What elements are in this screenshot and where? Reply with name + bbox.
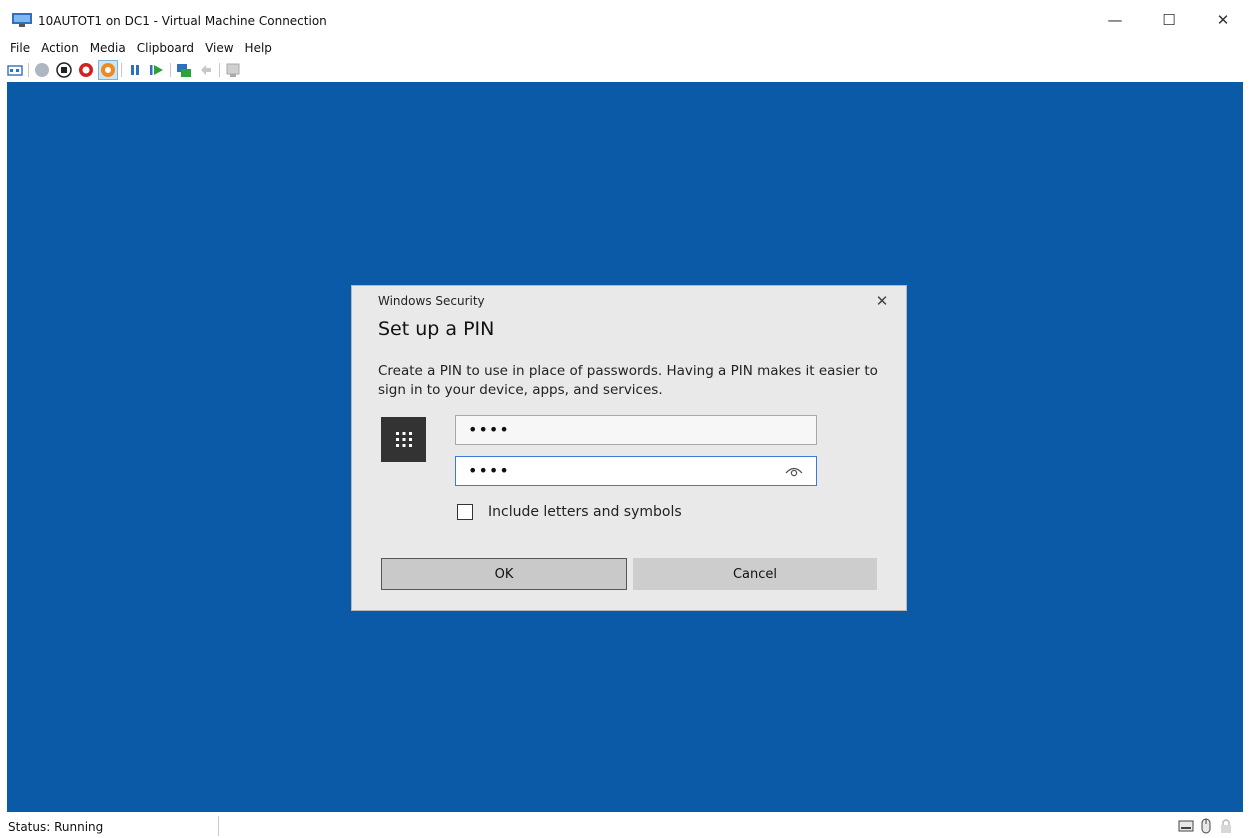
mouse-icon — [1201, 818, 1211, 834]
toolbar-separator — [219, 63, 220, 77]
maximize-button[interactable]: ☐ — [1149, 6, 1189, 34]
ctrl-alt-del-button[interactable] — [6, 61, 24, 79]
window-title: 10AUTOT1 on DC1 - Virtual Machine Connec… — [38, 14, 327, 28]
ok-button[interactable]: OK — [381, 558, 627, 590]
keypad-dots-icon — [395, 431, 412, 447]
include-letters-label[interactable]: Include letters and symbols — [488, 504, 682, 520]
menu-clipboard[interactable]: Clipboard — [137, 38, 194, 58]
turn-off-icon — [56, 62, 72, 78]
revert-icon — [201, 65, 211, 75]
toolbar-separator — [28, 63, 29, 77]
keyboard-icon — [1178, 820, 1194, 832]
dialog-close-button[interactable]: ✕ — [872, 291, 892, 311]
revert-button[interactable] — [197, 61, 215, 79]
confirm-pin-input[interactable]: •••• — [455, 456, 817, 486]
cancel-button[interactable]: Cancel — [633, 558, 877, 590]
menu-file[interactable]: File — [10, 38, 30, 58]
keypad-icon — [381, 417, 426, 462]
menu-help[interactable]: Help — [245, 38, 272, 58]
checkpoint-icon — [177, 64, 191, 77]
menu-action[interactable]: Action — [41, 38, 79, 58]
vm-connection-icon — [12, 13, 32, 27]
toolbar-separator — [170, 63, 171, 77]
close-window-button[interactable]: ✕ — [1203, 6, 1243, 34]
title-bar: 10AUTOT1 on DC1 - Virtual Machine Connec… — [0, 0, 1250, 40]
checkpoint-button[interactable] — [175, 61, 193, 79]
save-button[interactable] — [98, 60, 118, 80]
pause-button[interactable] — [126, 61, 144, 79]
include-letters-checkbox[interactable] — [457, 504, 473, 520]
minimize-button[interactable]: — — [1095, 6, 1135, 34]
reveal-pin-icon[interactable] — [784, 463, 804, 479]
shut-down-button[interactable] — [77, 61, 95, 79]
dialog-description: Create a PIN to use in place of password… — [378, 363, 878, 398]
status-bar: Status: Running — [0, 812, 1250, 838]
start-button[interactable] — [33, 61, 51, 79]
enhanced-session-icon — [226, 63, 240, 77]
menu-view[interactable]: View — [205, 38, 233, 58]
dialog-title: Set up a PIN — [378, 318, 495, 340]
reset-button[interactable] — [148, 61, 166, 79]
ctrl-alt-del-icon — [7, 65, 23, 76]
start-icon — [35, 63, 49, 77]
dialog-header: Windows Security — [378, 294, 485, 308]
toolbar — [6, 60, 246, 80]
reset-icon — [150, 65, 163, 75]
lock-icon — [1221, 819, 1231, 833]
pause-icon — [131, 65, 139, 75]
new-pin-input[interactable]: •••• — [455, 415, 817, 445]
shut-down-icon — [79, 63, 93, 77]
toolbar-separator — [121, 63, 122, 77]
turn-off-button[interactable] — [55, 61, 73, 79]
status-separator — [218, 816, 219, 836]
enhanced-session-button[interactable] — [224, 61, 242, 79]
windows-security-dialog: Windows Security ✕ Set up a PIN Create a… — [351, 285, 907, 611]
save-icon — [101, 63, 115, 77]
menu-bar: File Action Media Clipboard View Help — [0, 38, 283, 58]
menu-media[interactable]: Media — [90, 38, 126, 58]
status-text: Status: Running — [8, 820, 104, 834]
